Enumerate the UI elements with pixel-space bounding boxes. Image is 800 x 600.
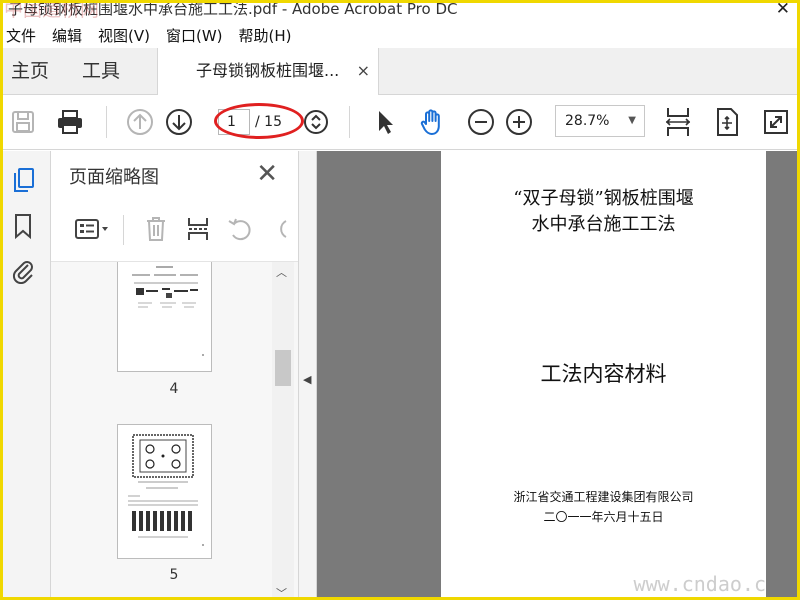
rotate-left-icon[interactable] bbox=[224, 213, 256, 245]
page-thumbnails-icon[interactable] bbox=[8, 165, 38, 195]
watermark-bottom: www.cndao.c bbox=[633, 572, 766, 596]
tab-tools[interactable]: 工具 bbox=[82, 48, 120, 94]
thumbnail-page-5[interactable] bbox=[117, 424, 212, 559]
trash-icon[interactable] bbox=[140, 213, 172, 245]
annotation-circle bbox=[214, 103, 304, 139]
next-page-icon[interactable] bbox=[162, 105, 196, 139]
title-bar: 子母锁钢板桩围堰水中承台施工工法.pdf - Adobe Acrobat Pro… bbox=[0, 0, 800, 22]
zoom-out-icon[interactable] bbox=[464, 105, 498, 139]
thumbnail-panel: 页面缩略图 ✕ 4 5 ︿ ﹀ bbox=[51, 151, 298, 600]
thumbnail-number: 5 bbox=[169, 567, 179, 583]
scrollbar-thumb[interactable] bbox=[275, 350, 291, 386]
document-date: 二〇一一年六月十五日 bbox=[543, 510, 664, 524]
watermark-top: 中国道桥网 bbox=[4, 0, 100, 21]
menu-help[interactable]: 帮助(H) bbox=[239, 24, 302, 48]
tab-close-icon[interactable]: × bbox=[357, 48, 370, 94]
full-screen-icon[interactable] bbox=[759, 105, 793, 139]
previous-page-icon[interactable] bbox=[123, 105, 157, 139]
document-subtitle: 工法内容材料 bbox=[540, 362, 667, 386]
collapse-arrow-icon: ◀ bbox=[303, 373, 312, 386]
tab-document[interactable]: 子母锁钢板桩围堰... × bbox=[157, 48, 379, 95]
panel-toolbar bbox=[51, 209, 298, 249]
window-close-icon[interactable]: ✕ bbox=[776, 0, 790, 18]
toolbar: 1 / 15 28.7% ▼ bbox=[0, 95, 800, 150]
thumbnail-scrollbar[interactable]: ︿ ﹀ bbox=[272, 262, 294, 600]
rotate-right-icon[interactable] bbox=[263, 213, 295, 245]
tab-row: 主页 工具 子母锁钢板桩围堰... × bbox=[0, 48, 800, 95]
menu-file[interactable]: 文件 bbox=[6, 24, 46, 48]
document-view[interactable]: “双子母锁”钢板桩围堰 水中承台施工工法 工法内容材料 浙江省交通工程建设集团有… bbox=[317, 151, 800, 600]
pdf-page: “双子母锁”钢板桩围堰 水中承台施工工法 工法内容材料 浙江省交通工程建设集团有… bbox=[441, 151, 766, 600]
zoom-level-select[interactable]: 28.7% ▼ bbox=[555, 105, 645, 137]
document-title-line2: 水中承台施工工法 bbox=[531, 214, 676, 235]
print-icon[interactable] bbox=[53, 105, 87, 139]
document-title-line1: “双子母锁”钢板桩围堰 bbox=[513, 188, 694, 209]
panel-close-icon[interactable]: ✕ bbox=[256, 159, 278, 189]
menu-edit[interactable]: 编辑 bbox=[52, 24, 92, 48]
zoom-page-icon[interactable] bbox=[299, 105, 333, 139]
scroll-down-icon[interactable]: ﹀ bbox=[276, 585, 287, 600]
menu-view[interactable]: 视图(V) bbox=[98, 24, 160, 48]
tab-document-label: 子母锁钢板桩围堰... bbox=[196, 61, 340, 80]
hand-tool-icon[interactable] bbox=[415, 105, 449, 139]
thumbnail-list: 4 5 ︿ ﹀ bbox=[51, 261, 298, 600]
menu-bar: 文件 编辑 视图(V) 窗口(W) 帮助(H) bbox=[0, 24, 800, 48]
zoom-in-icon[interactable] bbox=[502, 105, 536, 139]
panel-title: 页面缩略图 bbox=[69, 167, 159, 188]
thumbnail-page-4[interactable] bbox=[117, 262, 212, 372]
tab-home[interactable]: 主页 bbox=[11, 48, 49, 94]
save-icon[interactable] bbox=[6, 105, 40, 139]
panel-collapse-handle[interactable]: ◀ bbox=[298, 151, 317, 600]
bookmark-icon[interactable] bbox=[8, 211, 38, 241]
left-rail bbox=[0, 151, 51, 600]
thumbnail-options-icon[interactable] bbox=[71, 213, 115, 245]
extract-page-icon[interactable] bbox=[182, 213, 214, 245]
document-organization: 浙江省交通工程建设集团有限公司 bbox=[513, 490, 694, 504]
menu-window[interactable]: 窗口(W) bbox=[166, 24, 233, 48]
select-cursor-icon[interactable] bbox=[368, 105, 402, 139]
zoom-value: 28.7% bbox=[565, 113, 610, 129]
attachment-icon[interactable] bbox=[8, 255, 38, 285]
chevron-down-icon: ▼ bbox=[628, 115, 636, 126]
thumbnail-number: 4 bbox=[169, 381, 179, 397]
rotate-page-icon[interactable] bbox=[710, 105, 744, 139]
scroll-up-icon[interactable]: ︿ bbox=[276, 264, 287, 280]
fit-width-icon[interactable] bbox=[661, 105, 695, 139]
